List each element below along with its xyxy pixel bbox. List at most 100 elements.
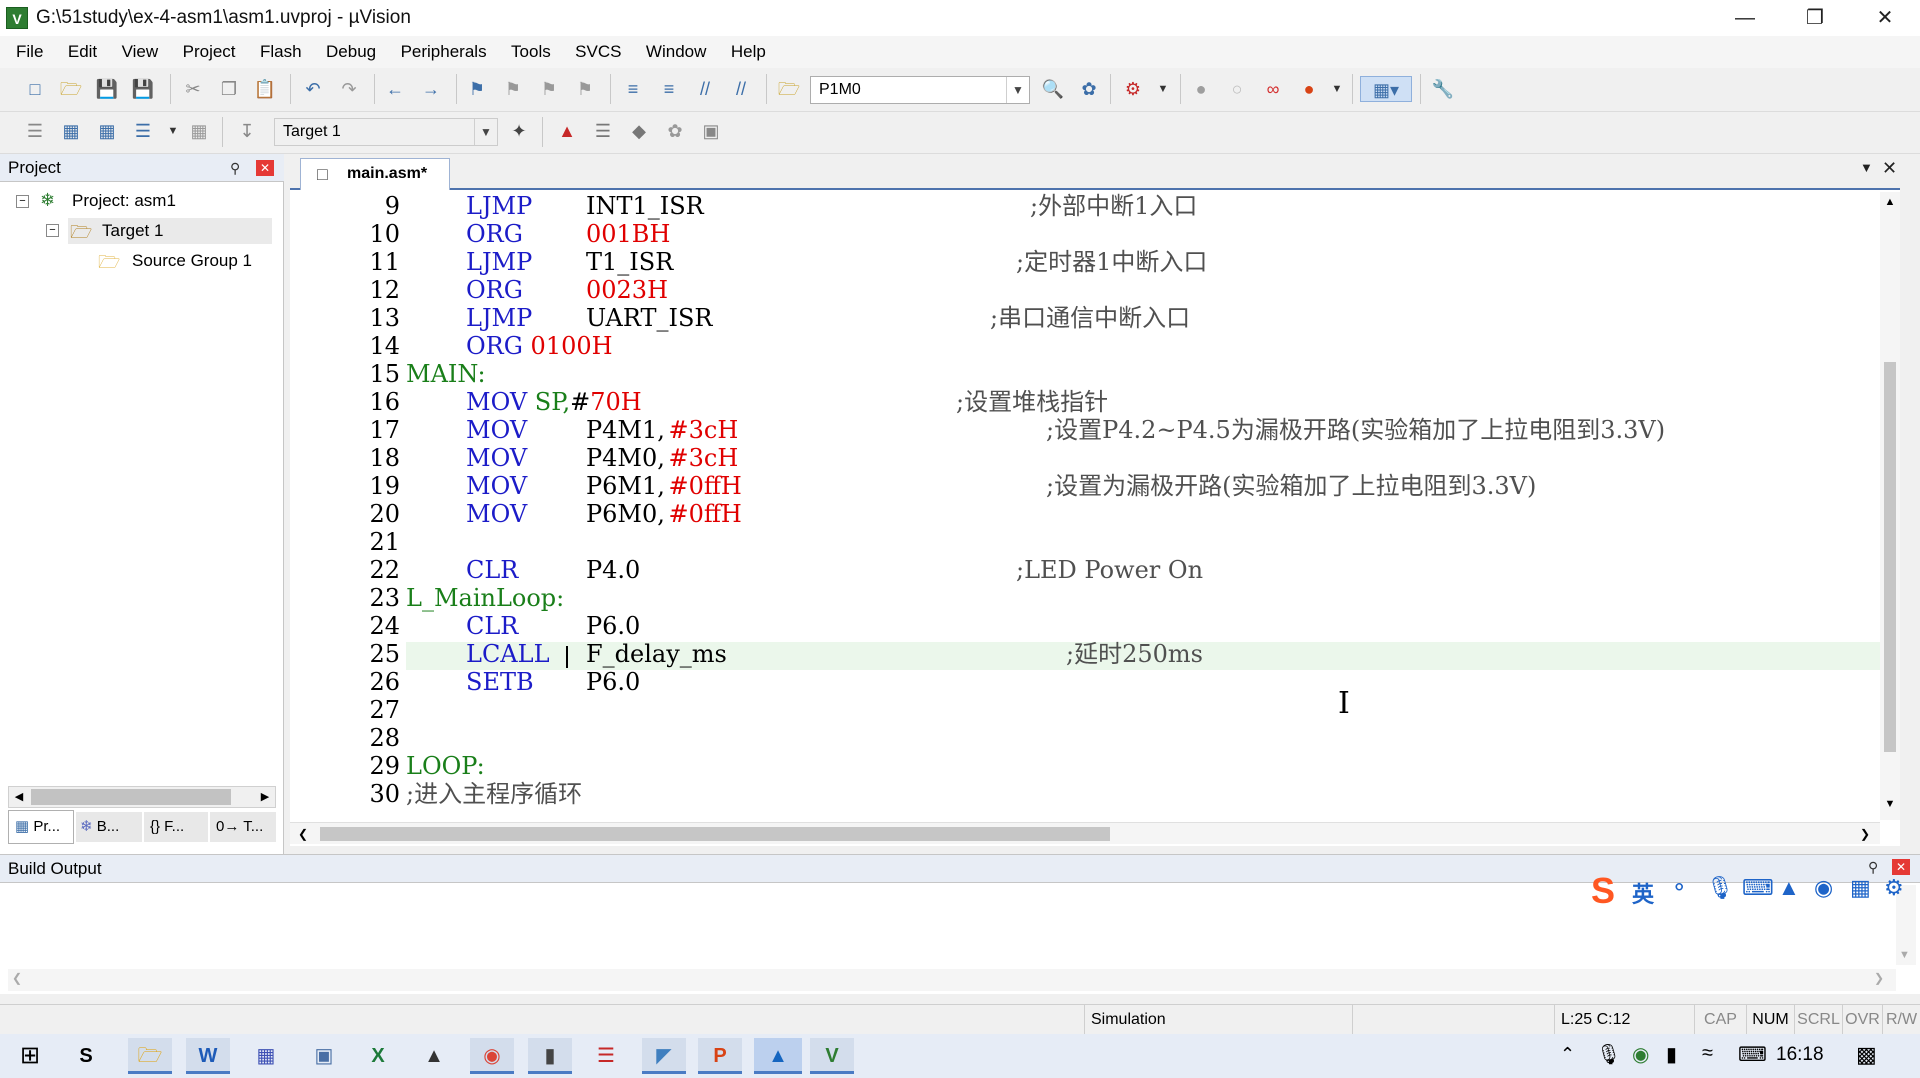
target-options-icon[interactable]: ✦ (506, 118, 532, 144)
wifi-icon[interactable]: ≈ (1702, 1042, 1713, 1065)
game-icon[interactable]: ◉ (1814, 875, 1833, 901)
batch-build-icon[interactable]: ☰ (130, 118, 156, 144)
scroll-thumb[interactable] (320, 827, 1110, 841)
menu-tools[interactable]: Tools (501, 36, 561, 68)
select-packs-icon[interactable]: ✿ (662, 118, 688, 144)
scroll-right-icon[interactable]: ▶ (255, 787, 275, 807)
scroll-right-icon[interactable]: ❯ (1856, 825, 1874, 843)
build-icon[interactable]: ▦ (58, 118, 84, 144)
bookmark-prev-icon[interactable]: ⚑ (500, 76, 526, 102)
menu-window[interactable]: Window (636, 36, 716, 68)
microphone-tray-icon[interactable]: 🎙 (1596, 1042, 1621, 1067)
microphone-icon[interactable]: 🎙 (1706, 875, 1734, 901)
menu-project[interactable]: Project (173, 36, 246, 68)
incremental-find-icon[interactable]: ✿ (1076, 76, 1102, 102)
cut-icon[interactable]: ✂ (180, 76, 206, 102)
configure-icon[interactable]: 🔧 (1430, 76, 1456, 102)
save-all-icon[interactable]: 💾 (130, 76, 156, 102)
breakpoint-kill-icon[interactable]: ● (1296, 76, 1322, 102)
menu-edit[interactable]: Edit (58, 36, 107, 68)
ime-mode-label[interactable]: 英 (1632, 877, 1654, 909)
tree-item-target[interactable]: Target 1 (102, 221, 163, 241)
excel-app-icon[interactable]: X (356, 1038, 400, 1074)
tree-item-source-group[interactable]: Source Group 1 (132, 251, 252, 271)
sogou-app-icon[interactable]: S (64, 1038, 108, 1074)
punctuation-icon[interactable]: ⚬ (1670, 875, 1688, 901)
unindent-icon[interactable]: ≡ (656, 76, 682, 102)
notes-app-icon[interactable]: ◤ (642, 1038, 686, 1074)
scroll-down-icon[interactable]: ▼ (1899, 949, 1910, 961)
tab-project[interactable]: ▦ Pr... (8, 810, 74, 844)
editor-hscrollbar[interactable]: ❮ ❯ (290, 822, 1880, 844)
scroll-left-icon[interactable]: ◀ (9, 787, 29, 807)
indent-icon[interactable]: ≡ (620, 76, 646, 102)
window-layout-icon[interactable]: ▦▾ (1360, 76, 1412, 102)
tab-books[interactable]: ❄ B... (76, 812, 142, 842)
restore-button[interactable]: ❐ (1780, 0, 1850, 36)
chevron-down-icon[interactable]: ▼ (1860, 160, 1873, 175)
close-icon[interactable]: ✕ (256, 160, 274, 176)
redo-icon[interactable]: ↷ (336, 76, 362, 102)
menu-svcs[interactable]: SVCS (565, 36, 631, 68)
build-hscrollbar[interactable]: ❮ ❯ (8, 969, 1896, 991)
uncomment-icon[interactable]: // (728, 76, 754, 102)
tab-main-asm[interactable]: □ main.asm* (300, 158, 450, 190)
skin-icon[interactable]: ▲ (1778, 875, 1800, 901)
manage-multi-project-icon[interactable]: ☰ (590, 118, 616, 144)
navigate-forward-icon[interactable]: → (418, 76, 444, 102)
download-icon[interactable]: ↧ (234, 118, 260, 144)
breakpoint-insert-icon[interactable]: ● (1188, 76, 1214, 102)
sogou-logo-icon[interactable]: S (1580, 869, 1626, 913)
isp-tool-app-icon[interactable]: ▮ (528, 1038, 572, 1074)
open-folder-icon[interactable]: 🗁 (58, 76, 84, 102)
scroll-up-icon[interactable]: ▲ (1880, 196, 1900, 212)
bookmark-next-icon[interactable]: ⚑ (536, 76, 562, 102)
pdf-app-icon[interactable]: ☰ (584, 1038, 628, 1074)
bookmark-clear-icon[interactable]: ⚑ (572, 76, 598, 102)
comment-icon[interactable]: // (692, 76, 718, 102)
chevron-down-icon[interactable]: ▼ (1006, 77, 1029, 103)
scroll-right-icon[interactable]: ❯ (1874, 971, 1884, 985)
menu-debug[interactable]: Debug (316, 36, 386, 68)
debug-session-icon[interactable]: ⚙ (1120, 76, 1146, 102)
find-icon[interactable]: 🔍 (1040, 76, 1066, 102)
code-area[interactable]: 9 LJMP INT1_ISR ;外部中断1入口 10 ORG 001BH 11 LJMP T1_… (290, 192, 1880, 820)
start-menu-icon[interactable]: ⊞ (8, 1038, 52, 1074)
clock[interactable]: 16:18 (1776, 1044, 1824, 1066)
tree-item-project[interactable]: Project: asm1 (72, 191, 176, 211)
close-icon[interactable]: ✕ (1882, 158, 1897, 179)
hat-app-icon[interactable]: ▲ (412, 1038, 456, 1074)
video-app-icon[interactable]: ▲ (754, 1038, 802, 1074)
menu-flash[interactable]: Flash (250, 36, 312, 68)
breakpoint-clear-icon[interactable]: ∞ (1260, 76, 1286, 102)
manage-run-time-icon[interactable]: ◆ (626, 118, 652, 144)
stop-build-icon[interactable]: ▦ (186, 118, 212, 144)
pin-icon[interactable]: ⚲ (230, 154, 240, 182)
chrome-app-icon[interactable]: ◉ (470, 1038, 514, 1074)
library-app-icon[interactable]: ▦ (244, 1038, 288, 1074)
scroll-down-icon[interactable]: ▼ (1880, 798, 1900, 814)
scroll-thumb[interactable] (31, 789, 231, 805)
project-hscrollbar[interactable]: ◀ ▶ (8, 786, 276, 808)
minimize-button[interactable]: — (1710, 0, 1780, 36)
menu-peripherals[interactable]: Peripherals (391, 36, 497, 68)
chevron-down-icon[interactable]: ▼ (1324, 76, 1350, 102)
menu-file[interactable]: File (0, 36, 53, 68)
uvision-taskbar-icon[interactable]: V (810, 1038, 854, 1074)
editor-vscrollbar[interactable]: ▲ ▼ (1880, 192, 1900, 820)
copy-icon[interactable]: ❐ (216, 76, 242, 102)
close-window-button[interactable]: ✕ (1850, 0, 1920, 36)
navigate-back-icon[interactable]: ← (382, 76, 408, 102)
window-app-icon[interactable]: ▣ (302, 1038, 346, 1074)
scroll-thumb[interactable] (1884, 362, 1896, 752)
translate-icon[interactable]: ☰ (22, 118, 48, 144)
chevron-down-icon[interactable]: ▼ (474, 119, 497, 145)
rebuild-icon[interactable]: ▦ (94, 118, 120, 144)
menu-help[interactable]: Help (721, 36, 776, 68)
chevron-down-icon[interactable]: ▼ (160, 118, 186, 144)
target-select[interactable]: Target 1 ▼ (274, 118, 498, 146)
new-file-icon[interactable]: □ (22, 76, 48, 102)
scroll-left-icon[interactable]: ❮ (12, 971, 22, 985)
undo-icon[interactable]: ↶ (300, 76, 326, 102)
notification-icon[interactable]: ▩ (1856, 1042, 1877, 1068)
